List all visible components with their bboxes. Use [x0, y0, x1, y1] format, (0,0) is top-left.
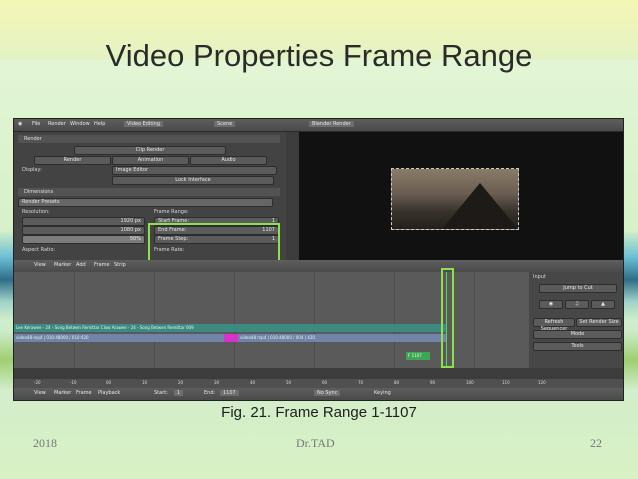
slide-title: Video Properties Frame Range	[105, 38, 533, 73]
sync-select[interactable]: No Sync	[314, 390, 341, 396]
properties-panel: Render Clip Render Render Animation Audi…	[14, 132, 286, 264]
menu-window[interactable]: Window	[70, 121, 90, 127]
display-label: Display:	[22, 167, 42, 173]
refresh-sequencer-button[interactable]: Refresh Sequencer	[533, 318, 575, 332]
ruler-tick: 00	[106, 380, 112, 385]
marker-icon[interactable]: ▲	[591, 300, 615, 309]
grid-line	[474, 272, 475, 368]
start-label: Start:	[154, 390, 168, 396]
clip-render-button[interactable]: Clip Render	[74, 146, 226, 155]
grid-line	[234, 272, 235, 368]
render-button[interactable]: Render	[34, 156, 111, 165]
frame-ruler: -20 -10 00 10 20 30 40 50 60 70 80 90 10…	[14, 379, 623, 388]
resolution-y-field[interactable]: 1080 px	[22, 226, 145, 235]
grid-line	[154, 272, 155, 368]
audio-strip[interactable]: Lee Kerawee - 24 - Song Betwen Remittar …	[14, 324, 446, 332]
menu-strip[interactable]: Strip	[114, 262, 126, 268]
ruler-tick: -10	[70, 380, 77, 385]
mountain-image	[442, 183, 518, 229]
set-render-size-button[interactable]: Set Render Size	[576, 318, 622, 327]
menu-help[interactable]: Help	[94, 121, 105, 127]
menu-view-bottom[interactable]: View	[34, 390, 46, 396]
footer-author: Dr.TAD	[296, 436, 335, 450]
keying-label: Keying	[374, 390, 391, 396]
menu-render[interactable]: Render	[48, 121, 66, 127]
display-select[interactable]: Image Editor	[112, 166, 277, 175]
dimensions-header[interactable]: Dimensions	[18, 188, 280, 196]
animation-button[interactable]: Animation	[112, 156, 189, 165]
blender-screenshot: ◉ File Render Window Help Video Editing …	[13, 118, 624, 401]
resolution-label: Resolution:	[22, 209, 50, 215]
sequencer-timeline: Lee Kerawee - 24 - Song Betwen Remittar …	[14, 268, 529, 368]
menu-marker-bottom[interactable]: Marker	[54, 390, 71, 396]
blender-logo-icon: ◉	[18, 121, 23, 127]
ruler-tick: 70	[358, 380, 364, 385]
top-menu-bar: ◉ File Render Window Help Video Editing …	[14, 119, 623, 132]
timeline-header: View Marker Frame Playback Start: 1 End:…	[14, 388, 623, 400]
ruler-tick: 90	[430, 380, 436, 385]
footer-year: 2018	[33, 436, 57, 450]
audio-icon[interactable]: ♫	[565, 300, 589, 309]
resolution-x-field[interactable]: 1920 px	[22, 217, 145, 226]
jump-to-cut-button[interactable]: Jump to Cut	[539, 284, 617, 293]
ruler-tick: 60	[322, 380, 328, 385]
ruler-tick: 10	[142, 380, 148, 385]
end-label: End:	[204, 390, 216, 396]
menu-frame[interactable]: Frame	[94, 262, 110, 268]
lock-interface-toggle[interactable]: Lock Interface	[112, 176, 274, 185]
start-field[interactable]: 1	[174, 390, 184, 396]
resolution-percent-field[interactable]: 50%	[22, 235, 145, 244]
grid-line	[74, 272, 75, 368]
transition-strip[interactable]	[224, 334, 238, 342]
figure-caption: Fig. 21. Frame Range 1-1107	[221, 404, 417, 421]
screen-layout-select[interactable]: Video Editing	[124, 121, 164, 127]
ruler-tick: 100	[466, 380, 474, 385]
menu-file[interactable]: File	[32, 121, 40, 127]
ruler-tick: 30	[214, 380, 220, 385]
menu-frame-bottom[interactable]: Frame	[76, 390, 92, 396]
render-presets-select[interactable]: Render Presets	[18, 198, 273, 207]
menu-view[interactable]: View	[34, 262, 46, 268]
video-strip-b[interactable]: video48 mp4 | 010:48000 / 004 | 420	[238, 334, 446, 342]
camera-icon[interactable]: ◉	[539, 300, 563, 309]
end-frame-highlight	[441, 268, 454, 368]
video-strip-a[interactable]: video48-mp4 | 010:48000 / 010:420	[14, 334, 224, 342]
sequencer-side-panel: Input Jump to Cut ◉ ♫ ▲ Refresh Sequence…	[529, 272, 623, 368]
footer-page-number: 22	[590, 436, 602, 450]
ruler-tick: 80	[394, 380, 400, 385]
menu-add[interactable]: Add	[76, 262, 86, 268]
audio-button[interactable]: Audio	[190, 156, 267, 165]
tools-tab[interactable]: Tools	[533, 342, 622, 351]
scene-select[interactable]: Scene	[214, 121, 236, 127]
mode-select[interactable]: Mode	[533, 330, 622, 339]
ruler-tick: -20	[34, 380, 41, 385]
aspect-ratio-label: Aspect Ratio:	[22, 247, 56, 253]
ruler-tick: 20	[178, 380, 184, 385]
frame-range-label: Frame Range:	[154, 209, 189, 215]
frame-marker: F 1107	[406, 352, 430, 360]
grid-line	[314, 272, 315, 368]
ruler-tick: 120	[538, 380, 546, 385]
render-engine-select[interactable]: Blender Render	[309, 121, 354, 127]
menu-marker[interactable]: Marker	[54, 262, 71, 268]
input-label: Input	[533, 274, 546, 280]
ruler-tick: 110	[502, 380, 510, 385]
grid-line	[394, 272, 395, 368]
frame-range-highlight	[148, 223, 280, 264]
end-field[interactable]: 1107	[220, 390, 239, 396]
sequencer-preview	[299, 132, 623, 260]
render-panel-header[interactable]: Render	[18, 135, 280, 143]
preview-frame	[391, 168, 519, 230]
menu-playback[interactable]: Playback	[98, 390, 120, 396]
ruler-tick: 50	[286, 380, 292, 385]
ruler-tick: 40	[250, 380, 256, 385]
